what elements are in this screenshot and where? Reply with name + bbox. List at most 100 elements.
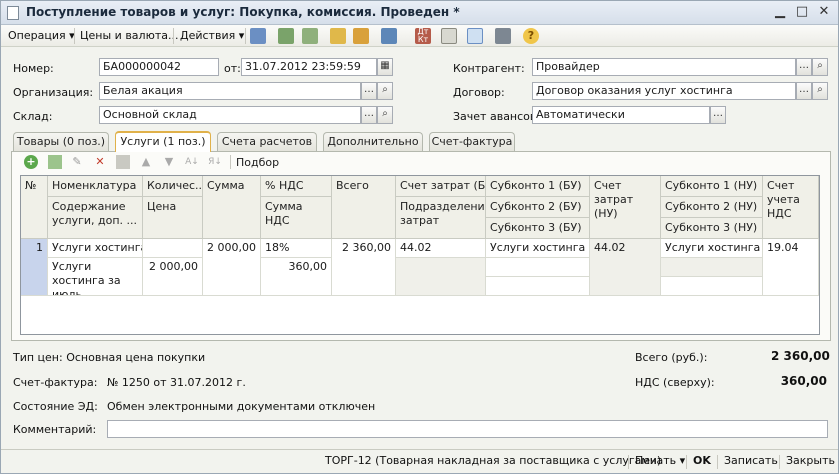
document-journal-icon[interactable]	[441, 28, 457, 44]
tab-goods[interactable]: Товары (0 поз.)	[13, 132, 109, 151]
comment-field[interactable]	[107, 420, 828, 438]
row-nomenclature[interactable]: Услуги хостинга	[48, 239, 143, 258]
col-header-vat-sum[interactable]: Сумма НДС	[261, 197, 332, 239]
contractor-field[interactable]: Провайдер	[532, 58, 796, 76]
move-up-icon[interactable]: ▲	[139, 155, 153, 169]
row-num[interactable]: 1	[21, 239, 48, 296]
copy-icon[interactable]	[302, 28, 318, 44]
contract-label: Договор:	[453, 86, 505, 99]
tab-services[interactable]: Услуги (1 поз.)	[115, 131, 211, 152]
row-vat-sum[interactable]: 360,00	[261, 258, 332, 296]
col-header-sub1-nu[interactable]: Субконто 1 (НУ)	[661, 176, 763, 197]
torg12-print-button[interactable]: ТОРГ-12 (Товарная накладная за поставщик…	[325, 454, 661, 467]
delete-row-icon[interactable]: ✕	[93, 155, 107, 169]
row-division[interactable]	[396, 258, 486, 296]
tab-invoice[interactable]: Счет-фактура	[429, 132, 515, 151]
col-header-vat-account[interactable]: Счет учета НДС	[763, 176, 819, 239]
row-sub1[interactable]: Услуги хостинга	[486, 239, 590, 258]
contract-search-icon[interactable]: ⌕	[812, 82, 828, 100]
select-button[interactable]: Подбор	[236, 156, 279, 169]
price-type-text[interactable]: Тип цен: Основная цена покупки	[13, 351, 205, 364]
row-sum[interactable]: 2 000,00	[203, 239, 261, 296]
warehouse-search-icon[interactable]: ⌕	[377, 106, 393, 124]
row-price[interactable]: 2 000,00	[143, 258, 203, 296]
invoice-link[interactable]: № 1250 от 31.07.2012 г.	[107, 376, 246, 389]
calendar-icon[interactable]: ▦	[377, 58, 393, 76]
structure-icon[interactable]	[353, 28, 369, 44]
actions-menu[interactable]: Действия ▾	[180, 29, 244, 42]
col-header-num[interactable]: №	[21, 176, 48, 239]
close-icon[interactable]: ✕	[815, 4, 833, 21]
create-based-icon[interactable]	[330, 28, 346, 44]
copy-row-icon[interactable]	[48, 155, 62, 169]
org-select-button[interactable]: …	[361, 82, 377, 100]
row-sub2[interactable]	[486, 258, 590, 277]
sort-asc-icon[interactable]: A↓	[185, 155, 199, 169]
contractor-select-button[interactable]: …	[796, 58, 812, 76]
tab-settlement-accounts[interactable]: Счета расчетов	[217, 132, 317, 151]
edit-row-icon[interactable]: ✎	[70, 155, 84, 169]
operation-menu[interactable]: Операция ▾	[8, 29, 75, 42]
contract-field[interactable]: Договор оказания услуг хостинга	[532, 82, 796, 100]
close-button[interactable]: Закрыть	[786, 454, 835, 467]
row-sub1-nu[interactable]: Услуги хостинга	[661, 239, 763, 258]
row-qty[interactable]	[143, 239, 203, 258]
row-cost-account[interactable]: 44.02	[396, 239, 486, 258]
minimize-icon[interactable]: ▁	[771, 4, 789, 21]
row-sub2-nu[interactable]	[661, 258, 763, 277]
col-header-division[interactable]: Подразделение затрат	[396, 197, 486, 239]
tab-additional[interactable]: Дополнительно	[323, 132, 423, 151]
col-header-sub2-nu[interactable]: Субконто 2 (НУ)	[661, 197, 763, 218]
move-down-icon[interactable]: ▼	[162, 155, 176, 169]
row-sub3[interactable]	[486, 277, 590, 296]
col-header-vat-rate[interactable]: % НДС	[261, 176, 332, 197]
filter-icon[interactable]	[467, 28, 483, 44]
edo-label: Состояние ЭД:	[13, 400, 98, 413]
post-icon[interactable]	[250, 28, 266, 44]
col-header-sub3[interactable]: Субконто 3 (БУ)	[486, 218, 590, 239]
org-search-icon[interactable]: ⌕	[377, 82, 393, 100]
warehouse-select-button[interactable]: …	[361, 106, 377, 124]
col-header-total[interactable]: Всего	[332, 176, 396, 239]
row-content[interactable]: Услуги хостинга за июль	[48, 258, 143, 296]
print-menu[interactable]: Печать ▾	[635, 454, 685, 467]
date-field[interactable]: 31.07.2012 23:59:59	[241, 58, 377, 76]
prices-currency-button[interactable]: Цены и валюта...	[80, 29, 178, 42]
save-button[interactable]: Записать	[724, 454, 778, 467]
refresh-icon[interactable]	[278, 28, 294, 44]
row-total[interactable]: 2 360,00	[332, 239, 396, 296]
dt-kt-icon[interactable]: Дт Кт	[415, 28, 431, 44]
go-to-icon[interactable]	[381, 28, 397, 44]
col-header-sum[interactable]: Сумма	[203, 176, 261, 239]
ok-button[interactable]: OK	[693, 454, 711, 467]
edo-status: Обмен электронными документами отключен	[107, 400, 376, 413]
help-icon[interactable]: ?	[523, 28, 539, 44]
row-sub3-nu[interactable]	[661, 277, 763, 296]
add-row-icon[interactable]: +	[24, 155, 38, 169]
number-field[interactable]: БА000000042	[99, 58, 219, 76]
footer-bar: ТОРГ-12 (Товарная накладная за поставщик…	[1, 449, 838, 473]
col-header-content[interactable]: Содержание услуги, доп. ...	[48, 197, 143, 239]
col-header-sub2[interactable]: Субконто 2 (БУ)	[486, 197, 590, 218]
col-header-price[interactable]: Цена	[143, 197, 203, 239]
end-edit-icon[interactable]	[116, 155, 130, 169]
row-cost-account-nu[interactable]: 44.02	[590, 239, 661, 296]
col-header-cost-account[interactable]: Счет затрат (Б...	[396, 176, 486, 197]
col-header-nomen[interactable]: Номенклатура	[48, 176, 143, 197]
warehouse-label: Склад:	[13, 110, 53, 123]
advance-field[interactable]: Автоматически	[532, 106, 710, 124]
row-vat-account[interactable]: 19.04	[763, 239, 819, 296]
col-header-qty[interactable]: Количес...	[143, 176, 203, 197]
sort-desc-icon[interactable]: Я↓	[208, 155, 222, 169]
row-vat-rate[interactable]: 18%	[261, 239, 332, 258]
maximize-icon[interactable]: □	[793, 4, 811, 21]
warehouse-field[interactable]: Основной склад	[99, 106, 361, 124]
col-header-sub1[interactable]: Субконто 1 (БУ)	[486, 176, 590, 197]
col-header-sub3-nu[interactable]: Субконто 3 (НУ)	[661, 218, 763, 239]
list-settings-icon[interactable]	[495, 28, 511, 44]
col-header-cost-account-nu[interactable]: Счет затрат (НУ)	[590, 176, 661, 239]
contract-select-button[interactable]: …	[796, 82, 812, 100]
organization-field[interactable]: Белая акация	[99, 82, 361, 100]
contractor-search-icon[interactable]: ⌕	[812, 58, 828, 76]
advance-select-button[interactable]: …	[710, 106, 726, 124]
